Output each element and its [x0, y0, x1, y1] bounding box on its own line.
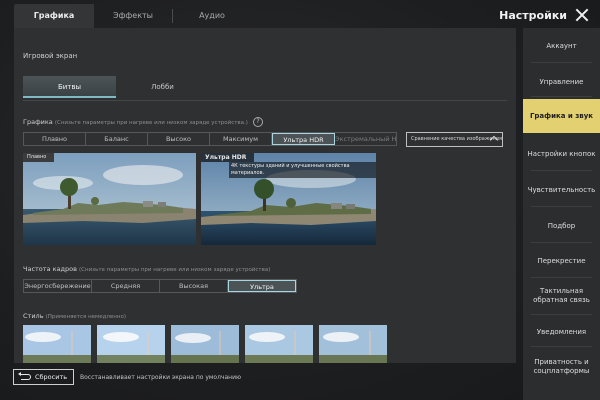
sidebar-divider [531, 62, 592, 63]
style-label: Стиль (Применяется немедленно) [23, 312, 126, 320]
sidebar-item-account[interactable]: Аккаунт [523, 42, 600, 51]
sidebar-item-sensitivity[interactable]: Чувствительность [523, 186, 600, 195]
preview-smooth: Плавно [23, 153, 196, 245]
style-thumbnail[interactable] [171, 325, 239, 363]
sidebar-item-matchmaking[interactable]: Подбор [523, 222, 600, 231]
sidebar-item-privacy[interactable]: Приватность и соцплатформы [523, 358, 600, 376]
preview-description: 4К текстуры зданий и улучшенные свойства… [229, 162, 376, 178]
preview-tag: Плавно [23, 153, 55, 162]
fps-option-high[interactable]: Высокая [160, 280, 228, 292]
graphics-option-high[interactable]: Высоко [148, 133, 210, 145]
graphics-option-balanced[interactable]: Баланс [86, 133, 148, 145]
graphics-option-extreme-hdr[interactable]: Экстремальный HDR [335, 133, 396, 145]
undo-icon [18, 371, 31, 380]
sidebar-item-haptics[interactable]: Тактильная обратная связь [523, 287, 600, 305]
sidebar-divider [531, 242, 592, 243]
mode-tabs: Битвы Лобби [23, 76, 209, 98]
sidebar-divider [531, 277, 592, 278]
graphics-label: Графика (Снизьте параметры при нагреве и… [23, 117, 264, 127]
help-icon[interactable]: ? [253, 117, 264, 127]
sidebar-divider [531, 206, 592, 207]
header: Настройки [499, 4, 590, 26]
sidebar-divider [531, 314, 592, 315]
graphics-hint: (Снизьте параметры при нагреве или низко… [54, 120, 248, 126]
preview-image [23, 153, 196, 245]
sidebar-item-crosshair[interactable]: Перекрестие [523, 257, 600, 266]
style-hint: (Применяется немедленно) [45, 314, 126, 320]
tab-graphics[interactable]: Графика [14, 4, 94, 28]
graphics-option-ultra-hdr[interactable]: Ультра HDR [272, 133, 335, 145]
style-label-text: Стиль [23, 312, 44, 320]
fps-hint: (Снизьте параметры при нагреве или низко… [79, 267, 271, 273]
divider [23, 100, 507, 101]
preview-tag: Ультра HDR [201, 153, 255, 162]
style-thumbnail[interactable] [245, 325, 313, 363]
fps-label: Частота кадров (Снизьте параметры при на… [23, 265, 270, 273]
sidebar-item-graphics-audio[interactable]: Графика и звук [523, 99, 600, 133]
fps-label-text: Частота кадров [23, 265, 77, 273]
fps-option-medium[interactable]: Средняя [92, 280, 160, 292]
reset-hint: Восстанавливает настройки экрана по умол… [80, 374, 242, 381]
sidebar-divider [531, 170, 592, 171]
graphics-option-max[interactable]: Максимум [210, 133, 272, 145]
preview-ultra-hdr: Ультра HDR 4К текстуры зданий и улучшенн… [201, 153, 376, 245]
style-thumbnail[interactable] [23, 325, 91, 363]
style-thumbnail[interactable] [97, 325, 165, 363]
style-thumbnail[interactable] [319, 325, 387, 363]
sidebar-item-buttons[interactable]: Настройки кнопок [523, 150, 600, 159]
mode-tab-battles[interactable]: Битвы [23, 76, 116, 98]
reset-label: Сбросить [35, 373, 68, 381]
graphics-option-smooth[interactable]: Плавно [24, 133, 86, 145]
sidebar-divider [531, 346, 592, 347]
graphics-quality-selector: Плавно Баланс Высоко Максимум Ультра HDR… [23, 132, 397, 146]
close-icon[interactable] [574, 7, 590, 23]
settings-screen: Графика Эффекты Аудио Настройки Игровой … [0, 0, 600, 400]
page-title: Настройки [499, 8, 567, 22]
mode-tab-lobby[interactable]: Лобби [116, 76, 209, 98]
compare-quality-label: Сравнение качества изображения [411, 136, 502, 142]
sidebar-divider [531, 96, 592, 97]
reset-button[interactable]: Сбросить [13, 369, 74, 385]
fps-option-ultra[interactable]: Ультра [228, 280, 296, 292]
main-panel: Игровой экран Битвы Лобби Графика (Снизь… [14, 28, 516, 363]
tab-audio[interactable]: Аудио [173, 4, 251, 28]
sidebar-item-controls[interactable]: Управление [523, 78, 600, 87]
tab-effects[interactable]: Эффекты [94, 4, 172, 28]
compare-quality-button[interactable]: Сравнение качества изображения [406, 132, 503, 147]
fps-option-power-save[interactable]: Энергосбережение [24, 280, 92, 292]
top-tab-bar: Графика Эффекты Аудио [14, 4, 251, 28]
section-title: Игровой экран [23, 52, 78, 60]
sidebar-item-notifications[interactable]: Уведомления [523, 328, 600, 337]
settings-sidebar: Аккаунт Управление Графика и звук Настро… [523, 28, 600, 400]
fps-selector: Энергосбережение Средняя Высокая Ультра [23, 279, 297, 293]
graphics-label-text: Графика [23, 118, 53, 126]
